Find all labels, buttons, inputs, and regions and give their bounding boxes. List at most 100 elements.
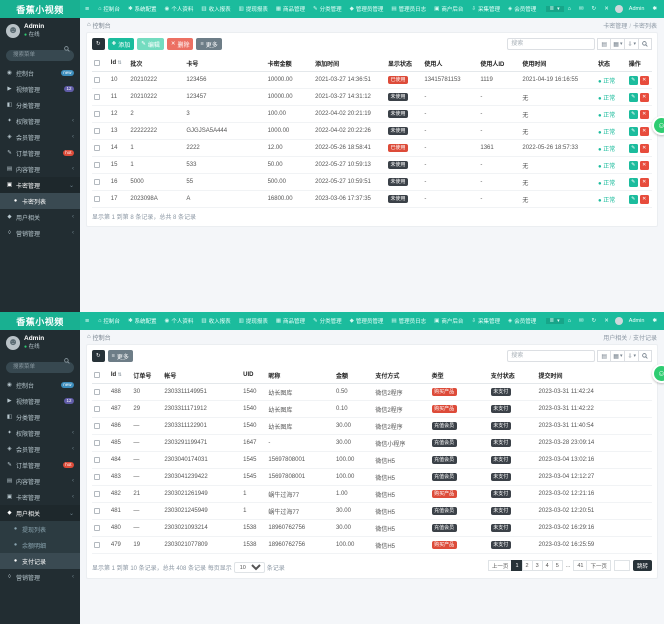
search-button[interactable] [638, 350, 652, 362]
sidebar-item-dashboard[interactable]: ◉ 控制台 new [0, 377, 80, 393]
edit-button[interactable]: ✎ [628, 126, 638, 136]
edit-button[interactable]: ✎ [628, 143, 638, 153]
search-button[interactable] [638, 38, 652, 50]
topnav-item-income-report[interactable]: ▥ 收入报表 [197, 312, 234, 330]
page-button-41[interactable]: 41 [573, 560, 588, 571]
columns-button[interactable]: ▦ ▾ [610, 350, 626, 362]
row-checkbox[interactable] [94, 76, 100, 83]
delete-button[interactable]: ✕ 删除 [166, 38, 194, 50]
sidebar-item-user[interactable]: ◆ 用户相关 ⌄ [0, 505, 80, 521]
row-checkbox[interactable] [94, 110, 100, 117]
topnav-item-merchant[interactable]: ▣ 商户后台 [430, 0, 467, 18]
close-icon[interactable]: ✕ [600, 6, 613, 12]
topnav-item-admin-log[interactable]: ▤ 管理员日志 [387, 312, 430, 330]
sidebar-item-member[interactable]: ◈ 会员管理 ‹ [0, 441, 80, 457]
row-checkbox[interactable] [94, 473, 100, 480]
app-logo[interactable]: 香蕉小视频 [0, 312, 80, 330]
sidebar-item-video[interactable]: ▶ 视频管理 12 [0, 393, 80, 409]
delete-button[interactable]: ✕ [639, 194, 649, 204]
delete-button[interactable]: ✕ [639, 92, 649, 102]
topnav-item-goods[interactable]: ▦ 商品管理 [272, 312, 309, 330]
columns-button[interactable]: ▦ ▾ [610, 38, 626, 50]
refresh-button[interactable]: ↻ [92, 350, 105, 362]
more-button[interactable]: ≡ 更多 [107, 350, 133, 362]
sidebar-item-card[interactable]: ▣ 卡密管理 ‹ [0, 489, 80, 505]
sidebar-item-dashboard[interactable]: ◉ 控制台 new [0, 65, 80, 81]
topnav-item-admin-manage[interactable]: ◆ 管理员管理 [346, 0, 388, 18]
export-button[interactable]: ⇩ ▾ [624, 350, 639, 362]
row-checkbox[interactable] [94, 144, 100, 151]
settings-icon[interactable]: ✱ [648, 318, 661, 324]
topnav-item-member[interactable]: ◈ 会员管理 [504, 312, 540, 330]
topnav-item-category[interactable]: ✎ 分类管理 [309, 0, 346, 18]
row-checkbox[interactable] [94, 195, 100, 202]
delete-button[interactable]: ✕ [639, 126, 649, 136]
topnav-item-category[interactable]: ✎ 分类管理 [309, 312, 346, 330]
menu-dropdown[interactable]: ≣ ▾ [545, 6, 564, 12]
edit-button[interactable]: ✎ [628, 92, 638, 102]
close-icon[interactable]: ✕ [600, 318, 613, 324]
delete-button[interactable]: ✕ [639, 177, 649, 187]
sidebar-toggle[interactable]: ≡ [80, 0, 94, 18]
topnav-item-admin-log[interactable]: ▤ 管理员日志 [387, 0, 430, 18]
sidebar-subitem-card-list[interactable]: ● 卡密列表 [0, 193, 80, 209]
refresh-icon[interactable]: ↻ [588, 318, 601, 324]
user-menu[interactable]: Admin [625, 318, 649, 324]
topnav-item-dashboard[interactable]: ⌂ 控制台 [94, 0, 124, 18]
topnav-item-dashboard[interactable]: ⌂ 控制台 [94, 312, 124, 330]
home-icon[interactable]: ⌂ [564, 318, 575, 324]
topnav-item-withdraw-report[interactable]: ▥ 提现报表 [235, 0, 272, 18]
row-checkbox[interactable] [94, 178, 100, 185]
home-icon[interactable]: ⌂ [564, 6, 575, 12]
topnav-item-collect[interactable]: ⇩ 采集管理 [467, 0, 504, 18]
row-checkbox[interactable] [94, 388, 100, 395]
row-checkbox[interactable] [94, 127, 100, 134]
edit-button[interactable]: ✎ [628, 177, 638, 187]
topnav-item-goods[interactable]: ▦ 商品管理 [272, 0, 309, 18]
select-all-checkbox[interactable] [94, 371, 100, 378]
sidebar-toggle[interactable]: ≡ [80, 312, 94, 330]
row-checkbox[interactable] [94, 422, 100, 429]
table-search-input[interactable] [507, 350, 596, 362]
row-checkbox[interactable] [94, 456, 100, 463]
message-icon[interactable]: ✉ [575, 6, 588, 12]
user-menu[interactable]: Admin [625, 6, 649, 12]
row-checkbox[interactable] [94, 161, 100, 168]
topnav-item-profile[interactable]: ◉ 个人资料 [161, 0, 198, 18]
sidebar-item-category[interactable]: ◧ 分类管理 [0, 409, 80, 425]
row-checkbox[interactable] [94, 93, 100, 100]
settings-icon[interactable]: ✱ [648, 6, 661, 12]
edit-button[interactable]: ✎ [628, 109, 638, 119]
sidebar-item-marketing[interactable]: ◊ 营销管理 ‹ [0, 569, 80, 585]
sidebar-item-marketing[interactable]: ◊ 营销管理 ‹ [0, 225, 80, 241]
more-button[interactable]: ≡ 更多 [196, 38, 222, 50]
delete-button[interactable]: ✕ [639, 109, 649, 119]
sidebar-item-order[interactable]: ✎ 订单管理 hot [0, 145, 80, 161]
edit-button[interactable]: ✎ [628, 194, 638, 204]
support-float-button[interactable]: ☺ [652, 116, 664, 135]
row-checkbox[interactable] [94, 507, 100, 514]
col-id[interactable]: Id ⇅ [108, 367, 132, 384]
row-checkbox[interactable] [94, 490, 100, 497]
app-logo[interactable]: 香蕉小视频 [0, 0, 80, 18]
sidebar-item-content[interactable]: ▤ 内容管理 ‹ [0, 473, 80, 489]
sidebar-item-user[interactable]: ◆ 用户相关 ‹ [0, 209, 80, 225]
delete-button[interactable]: ✕ [639, 160, 649, 170]
topnav-item-system-config[interactable]: ✱ 系统配置 [124, 312, 161, 330]
row-checkbox[interactable] [94, 524, 100, 531]
select-all-checkbox[interactable] [94, 59, 100, 66]
topnav-item-member[interactable]: ◈ 会员管理 [504, 0, 540, 18]
breadcrumb-home[interactable]: 控制台 [93, 333, 111, 342]
col-id[interactable]: Id ⇅ [108, 55, 129, 72]
topnav-item-merchant[interactable]: ▣ 商户后台 [430, 312, 467, 330]
sidebar-item-member[interactable]: ◈ 会员管理 ‹ [0, 129, 80, 145]
jump-button[interactable]: 跳转 [632, 560, 652, 571]
sidebar-subitem-pay-records[interactable]: ● 支付记录 [0, 553, 80, 569]
topnav-item-profile[interactable]: ◉ 个人资料 [161, 312, 198, 330]
delete-button[interactable]: ✕ [639, 75, 649, 85]
topnav-item-income-report[interactable]: ▥ 收入报表 [197, 0, 234, 18]
breadcrumb-home[interactable]: 控制台 [93, 21, 111, 30]
sidebar-subitem-withdraw-list[interactable]: ● 提现列表 [0, 521, 80, 537]
topnav-item-collect[interactable]: ⇩ 采集管理 [467, 312, 504, 330]
prev-page-button[interactable]: 上一页 [487, 560, 513, 571]
